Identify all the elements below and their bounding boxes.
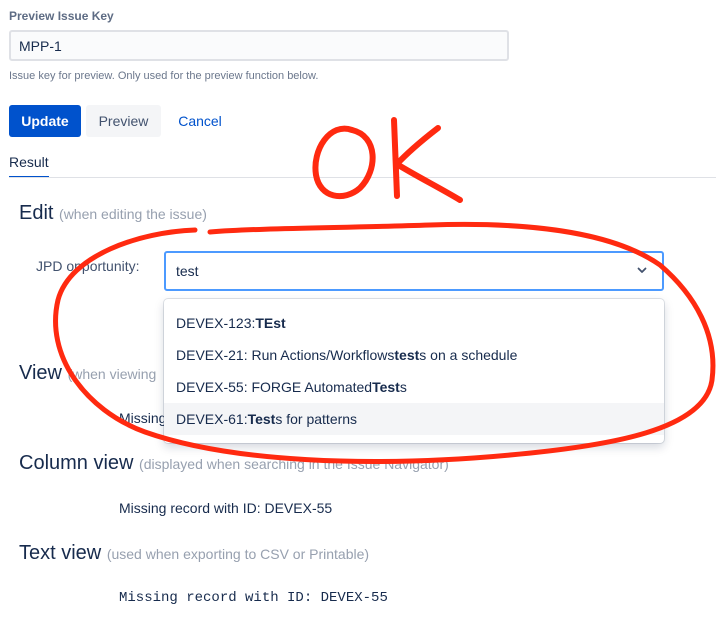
option-text-rest: s on a schedule — [419, 347, 518, 363]
annotation-text: OK — [0, 0, 2, 1]
column-view-title: Column view — [19, 452, 134, 474]
cancel-button[interactable]: Cancel — [166, 105, 234, 137]
column-view-value: Missing record with ID: DEVEX-55 — [119, 500, 333, 516]
preview-button[interactable]: Preview — [86, 105, 161, 137]
jpd-opportunity-query[interactable]: test — [176, 263, 199, 279]
option-item-highlighted[interactable]: DEVEX-61: Test s for patterns — [164, 403, 664, 435]
update-button[interactable]: Update — [9, 105, 81, 137]
ok-letter-k — [391, 117, 463, 203]
option-text: DEVEX-55: FORGE Automated — [176, 379, 373, 395]
option-match: TEst — [255, 315, 286, 331]
option-match: Test — [247, 411, 276, 427]
tab-result[interactable]: Result — [9, 154, 49, 178]
ok-letter-o — [312, 125, 376, 199]
option-match: Test — [372, 379, 400, 395]
text-view-title: Text view — [19, 542, 102, 564]
view-note: (when viewing — [67, 366, 157, 382]
edit-title: Edit — [19, 202, 54, 224]
option-text: DEVEX-123: — [176, 315, 256, 331]
column-view-note: (displayed when searching in the Issue N… — [139, 456, 449, 472]
tabs-divider — [9, 177, 716, 178]
view-title: View — [19, 362, 62, 384]
option-text-rest: s for patterns — [275, 411, 358, 427]
view-section-title: View (when viewing — [19, 362, 156, 385]
option-item[interactable]: DEVEX-21: Run Actions/Workflows test s on… — [164, 339, 664, 371]
text-view-section-title: Text view (used when exporting to CSV or… — [19, 542, 369, 565]
jpd-opportunity-select[interactable]: test — [164, 251, 664, 291]
option-text-rest: s — [399, 379, 407, 395]
chevron-down-icon[interactable] — [636, 264, 648, 276]
option-item[interactable]: DEVEX-123: TEst — [164, 307, 664, 339]
option-text: DEVEX-21: Run Actions/Workflows — [176, 347, 395, 363]
jpd-opportunity-label: JPD opportunity: — [36, 258, 140, 274]
text-view-value: Missing record with ID: DEVEX-55 — [119, 590, 388, 606]
column-view-section-title: Column view (displayed when searching in… — [19, 452, 449, 475]
preview-issue-key-label: Preview Issue Key — [9, 9, 114, 23]
edit-section-title: Edit (when editing the issue) — [19, 202, 207, 225]
option-match: test — [394, 347, 420, 363]
text-view-note: (used when exporting to CSV or Printable… — [106, 546, 370, 562]
view-value: Missing — [119, 410, 167, 426]
option-text: DEVEX-61: — [176, 411, 248, 427]
jpd-opportunity-options: DEVEX-123: TEst DEVEX-21: Run Actions/Wo… — [164, 299, 664, 443]
preview-issue-key-help: Issue key for preview. Only used for the… — [9, 70, 319, 82]
option-item[interactable]: DEVEX-55: FORGE Automated Test s — [164, 371, 664, 403]
edit-note: (when editing the issue) — [59, 206, 207, 222]
preview-issue-key-input[interactable] — [9, 30, 509, 61]
